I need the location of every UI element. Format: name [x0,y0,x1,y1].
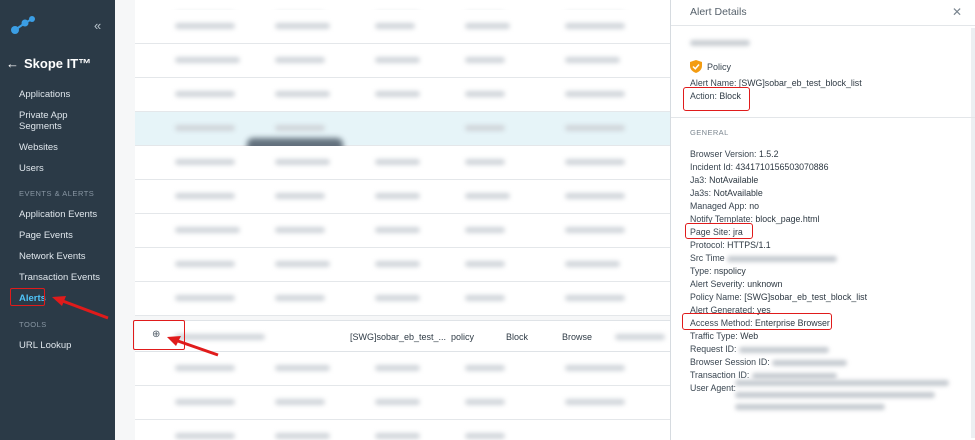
table-row[interactable] [135,214,670,248]
table-row[interactable] [135,282,670,316]
panel-header: Alert Details ✕ [671,0,975,26]
field-row: Protocol: HTTPS/1.1 [690,240,771,250]
sidebar: « ← Skope IT™ Applications Private App S… [0,0,115,440]
cell-category: Browse [562,332,593,342]
annotation-box-alerts [10,288,45,306]
field-row: Traffic Type: Web [690,331,759,341]
annotation-box-action [683,87,750,111]
field-row: Browser Session ID: [690,357,848,367]
section-events-alerts: EVENTS & ALERTS [19,189,95,198]
field-row: Alert Severity: unknown [690,279,783,289]
alert-name-value: [SWG]sobar_eb_test_block_list [738,78,862,88]
annotation-box-access-method [682,313,832,330]
table-row[interactable] [135,146,670,180]
sidebar-item-page-events[interactable]: Page Events [19,230,73,241]
table-row[interactable] [135,248,670,282]
cell-action: Block [506,332,529,342]
field-row: Request ID: [690,344,829,354]
field-row: User Agent: [690,383,736,393]
field-row: Src Time [690,253,838,263]
shield-check-icon [690,60,702,73]
table-row[interactable] [135,180,670,214]
table-row[interactable] [135,44,670,78]
annotation-box-page-site [685,223,753,239]
table-row[interactable] [135,78,670,112]
field-row: Browser Version: 1.5.2 [690,149,779,159]
policy-row: Policy [690,60,731,73]
table-row[interactable] [135,10,670,44]
table-row[interactable] [135,112,670,146]
brand-label: Skope IT™ [24,56,92,71]
policy-label: Policy [707,61,732,72]
section-tools-label: TOOLS [19,320,47,329]
alerts-table: [SWG]sobar_eb_test_... policy Block Brow… [115,0,670,440]
sidebar-item-transaction-events[interactable]: Transaction Events [19,272,100,283]
sidebar-item-websites[interactable]: Websites [19,142,58,153]
section-general: GENERAL [690,128,729,137]
sidebar-item-users[interactable]: Users [19,163,44,174]
close-icon[interactable]: ✕ [952,5,962,19]
table-row[interactable] [135,420,670,440]
alert-details-panel: Alert Details ✕ Policy Alert Name: [SWG]… [670,0,975,440]
back-arrow-icon[interactable]: ← [6,56,19,71]
table-row[interactable] [135,386,670,420]
panel-scrollbar[interactable] [971,28,975,438]
sidebar-item-applications[interactable]: Applications [19,89,70,100]
field-row: Managed App: no [690,201,759,211]
field-row: Incident Id: 4341710156503070886 [690,162,829,172]
cell-policy: [SWG]sobar_eb_test_... [350,332,447,342]
sidebar-item-network-events[interactable]: Network Events [19,251,86,262]
sidebar-item-private-app-segments[interactable]: Private App Segments [19,110,99,132]
annotation-arrow-zoom [167,336,219,357]
field-row: Policy Name: [SWG]sobar_eb_test_block_li… [690,292,868,302]
blurred-section-title [690,40,750,46]
collapse-sidebar-icon[interactable]: « [94,18,101,33]
field-row: Transaction ID: [690,370,837,380]
field-row: Ja3s: NotAvailable [690,188,763,198]
annotation-arrow-alerts [52,296,109,320]
field-row: Type: nspolicy [690,266,746,276]
user-agent-value-redacted [735,380,949,414]
sidebar-item-url-lookup[interactable]: URL Lookup [19,340,71,351]
sidebar-item-application-events[interactable]: Application Events [19,209,97,220]
panel-title: Alert Details [690,6,747,18]
product-title[interactable]: ← Skope IT™ [6,56,91,71]
divider [671,117,975,118]
netskope-logo-icon [11,16,35,34]
field-row: Ja3: NotAvailable [690,175,759,185]
cell-type: policy [451,332,475,342]
